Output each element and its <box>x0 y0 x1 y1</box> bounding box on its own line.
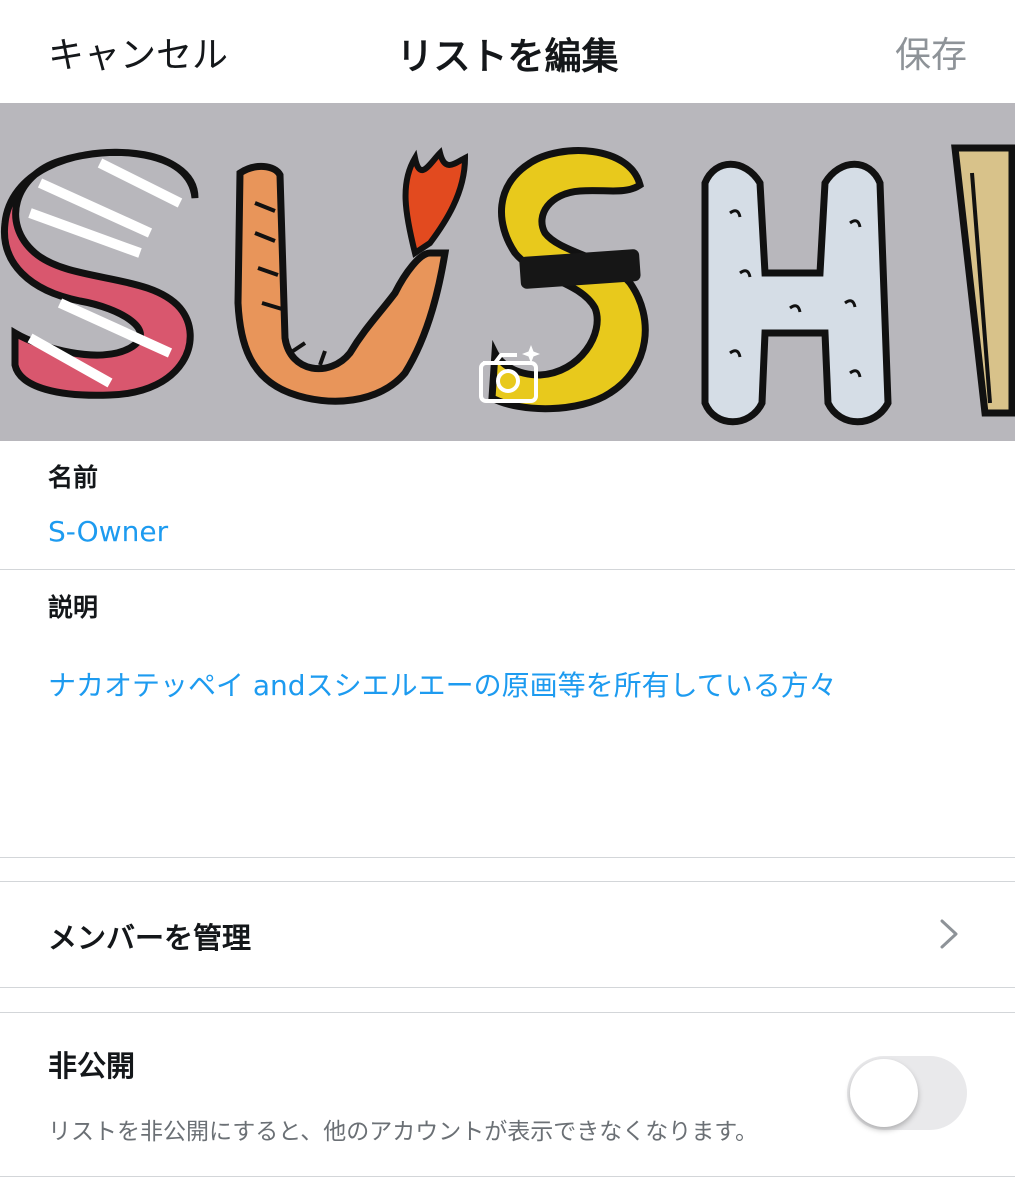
description-field[interactable]: 説明 ナカオテッペイ andスシエルエーの原画等を所有している方々 <box>0 570 1015 857</box>
chevron-right-icon <box>940 919 958 949</box>
name-field[interactable]: 名前 S-Owner <box>0 442 1015 569</box>
private-setting-row: 非公開 リストを非公開にすると、他のアカウントが表示できなくなります。 <box>0 1013 1015 1178</box>
description-input[interactable]: ナカオテッペイ andスシエルエーの原画等を所有している方々 <box>48 664 837 704</box>
private-setting-description: リストを非公開にすると、他のアカウントが表示できなくなります。 <box>48 1119 759 1145</box>
divider <box>0 1176 1015 1177</box>
save-button[interactable]: 保存 <box>895 26 967 78</box>
name-label: 名前 <box>48 463 99 492</box>
manage-members-row[interactable]: メンバーを管理 <box>0 882 1015 987</box>
camera-add-icon[interactable] <box>475 343 545 407</box>
manage-members-label: メンバーを管理 <box>48 921 252 955</box>
toggle-knob[interactable] <box>850 1059 918 1127</box>
description-label: 説明 <box>48 593 99 622</box>
page-title: リストを編集 <box>396 35 619 78</box>
private-setting-title: 非公開 <box>48 1049 136 1083</box>
divider <box>0 987 1015 988</box>
name-input[interactable]: S-Owner <box>48 515 168 548</box>
divider <box>0 857 1015 858</box>
navigation-bar: キャンセル リストを編集 保存 <box>0 0 1015 103</box>
private-toggle[interactable] <box>847 1056 967 1130</box>
banner-image[interactable] <box>0 103 1015 441</box>
